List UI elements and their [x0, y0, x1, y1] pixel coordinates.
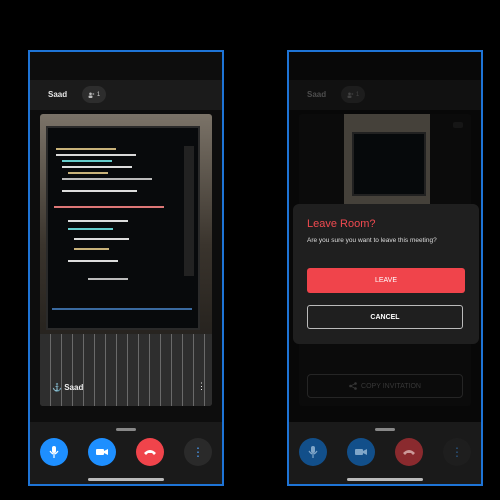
- laptop-screen-image: [46, 126, 200, 330]
- home-indicator: [347, 478, 423, 481]
- call-screen-right: Saad 1 COPY INVITATION Leave Room? Are y…: [287, 50, 483, 486]
- participant-count: 1: [96, 91, 101, 98]
- video-camera-icon: [355, 449, 367, 455]
- more-vertical-icon: ⋮: [192, 445, 204, 459]
- keyboard-image: [40, 334, 212, 406]
- tile-user-name: Saad: [64, 383, 84, 392]
- leave-button[interactable]: LEAVE: [307, 268, 465, 293]
- call-screen-left: Saad 1 ⚓ Saad ⋮ ⋮: [28, 50, 224, 486]
- mic-icon: [308, 446, 318, 458]
- video-button[interactable]: [347, 438, 375, 466]
- call-controls: ⋮: [30, 422, 222, 484]
- end-call-button[interactable]: [395, 438, 423, 466]
- mic-icon: [49, 446, 59, 458]
- home-indicator: [88, 478, 164, 481]
- hang-up-icon: [144, 450, 156, 455]
- call-controls: ⋮: [289, 422, 481, 484]
- hang-up-icon: [403, 450, 415, 455]
- video-tile[interactable]: ⚓ Saad ⋮: [40, 114, 212, 406]
- cancel-button[interactable]: CANCEL: [307, 305, 463, 329]
- dialog-title: Leave Room?: [307, 218, 376, 230]
- user-name: Saad: [48, 90, 68, 99]
- dialog-message: Are you sure you want to leave this meet…: [307, 237, 437, 244]
- people-icon: [88, 92, 95, 98]
- more-vertical-icon: ⋮: [451, 445, 463, 459]
- video-camera-icon: [96, 449, 108, 455]
- participants-chip[interactable]: 1: [82, 86, 106, 103]
- tile-more-icon[interactable]: ⋮: [197, 381, 206, 392]
- more-options-button[interactable]: ⋮: [184, 438, 212, 466]
- top-bar: Saad 1: [30, 80, 222, 110]
- more-options-button[interactable]: ⋮: [443, 438, 471, 466]
- mic-button[interactable]: [40, 438, 68, 466]
- end-call-button[interactable]: [136, 438, 164, 466]
- leave-room-dialog: Leave Room? Are you sure you want to lea…: [293, 204, 479, 344]
- drag-handle[interactable]: [116, 428, 136, 431]
- anchor-icon: ⚓: [52, 383, 62, 392]
- tile-user-label: ⚓ Saad: [52, 383, 83, 392]
- video-button[interactable]: [88, 438, 116, 466]
- drag-handle[interactable]: [375, 428, 395, 431]
- mic-button[interactable]: [299, 438, 327, 466]
